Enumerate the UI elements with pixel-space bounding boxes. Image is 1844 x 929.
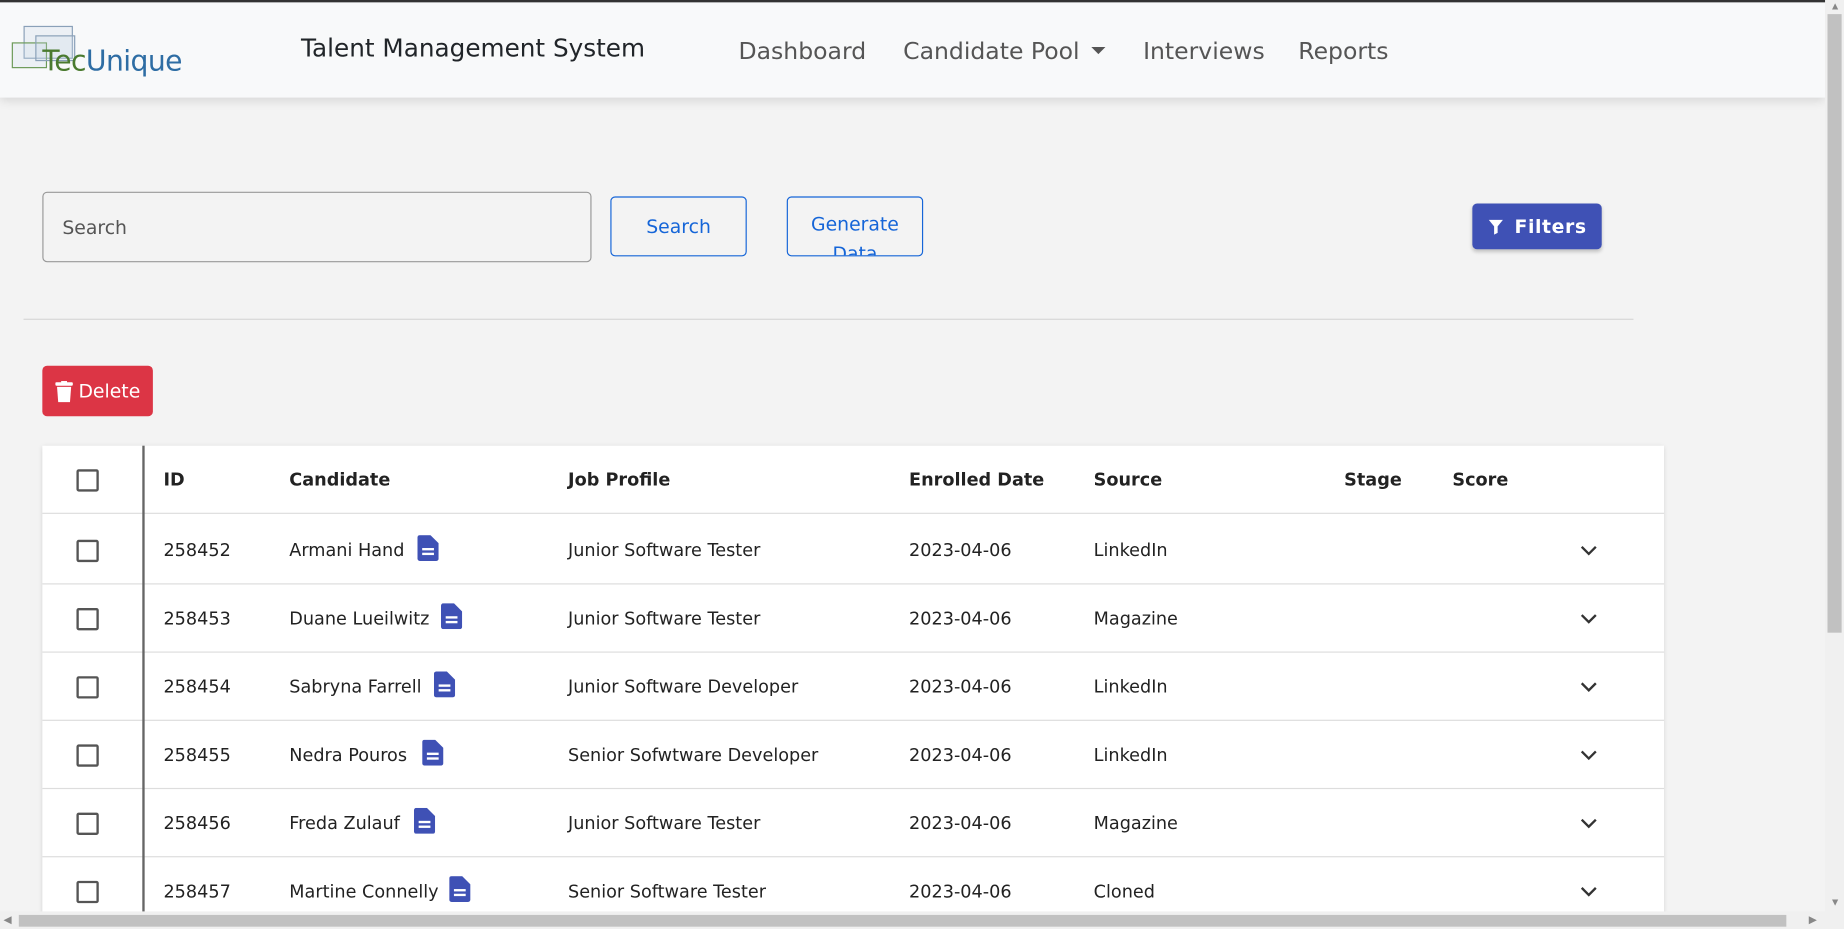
header-candidate[interactable]: Candidate [289,446,390,514]
vertical-scrollbar[interactable]: ▲ ▼ [1825,0,1844,929]
nav-reports[interactable]: Reports [1298,36,1388,64]
document-icon[interactable] [433,671,456,698]
header-id[interactable]: ID [163,446,184,514]
cell-source: LinkedIn [1093,744,1168,766]
filter-icon [1488,219,1503,235]
table-row[interactable]: 258453 Duane Lueilwitz Junior Software T… [42,584,1665,653]
generate-data-button[interactable]: Generate Data [786,196,924,257]
cell-source: Magazine [1093,607,1178,630]
scroll-right-arrow-icon[interactable]: ▶ [1809,914,1817,927]
document-icon[interactable] [441,603,463,630]
document-icon[interactable] [449,876,471,902]
scroll-down-arrow-icon[interactable]: ▼ [1830,896,1840,908]
filters-label: Filters [1514,215,1587,238]
cell-candidate[interactable]: Freda Zulauf [289,789,400,857]
cell-enrolled-date: 2023-04-06 [909,539,1012,561]
chevron-down-icon[interactable] [1578,608,1599,629]
table-row[interactable]: 258452 Armani Hand Junior Software Teste… [42,516,1665,585]
cell-enrolled-date: 2023-04-06 [909,812,1012,834]
trash-icon [54,380,73,402]
document-icon[interactable] [413,807,436,834]
row-checkbox[interactable] [76,744,99,767]
caret-down-icon [1091,47,1106,55]
table-row[interactable]: 258455 Nedra Pouros Senior Sofwtware Dev… [42,721,1665,790]
nav-dashboard[interactable]: Dashboard [739,36,867,64]
header-job-profile[interactable]: Job Profile [568,446,670,514]
chevron-down-icon[interactable] [1578,676,1599,697]
cell-id: 258452 [163,539,231,561]
table-row[interactable]: 258454 Sabryna Farrell Junior Software D… [42,653,1665,721]
cell-job-profile: Junior Software Tester [568,539,761,561]
cell-source: Magazine [1093,812,1178,834]
column-separator [142,445,145,929]
vertical-scroll-thumb[interactable] [1827,14,1842,633]
cell-candidate[interactable]: Duane Lueilwitz [289,584,429,652]
nav-candidate-pool-dropdown[interactable]: Candidate Pool [903,36,1106,65]
row-checkbox[interactable] [76,812,99,835]
header-stage[interactable]: Stage [1344,446,1402,514]
document-icon[interactable] [417,535,439,561]
chevron-down-icon[interactable] [1578,881,1599,902]
nav-interviews[interactable]: Interviews [1143,36,1265,64]
header-enrolled-date[interactable]: Enrolled Date [909,446,1044,514]
search-button[interactable]: Search [610,196,747,257]
cell-id: 258456 [163,812,231,834]
cell-candidate[interactable]: Nedra Pouros [289,721,407,789]
section-divider [23,318,1634,320]
cell-job-profile: Junior Software Tester [568,607,761,630]
row-checkbox[interactable] [76,539,99,563]
filters-button[interactable]: Filters [1472,203,1602,250]
cell-source: LinkedIn [1093,676,1168,698]
cell-id: 258455 [163,744,231,766]
scroll-left-arrow-icon[interactable]: ◀ [4,914,12,927]
company-logo[interactable]: TecUnique [11,24,188,83]
cell-enrolled-date: 2023-04-06 [909,744,1012,766]
delete-label: Delete [78,379,141,403]
cell-id: 258454 [163,676,231,698]
app-viewport: TecUnique Talent Management System Dashb… [0,0,1844,929]
row-checkbox[interactable] [76,676,99,699]
delete-button[interactable]: Delete [42,365,153,417]
header-score[interactable]: Score [1452,446,1508,514]
cell-source: LinkedIn [1093,539,1168,561]
select-all-checkbox[interactable] [76,469,99,492]
row-checkbox[interactable] [76,607,99,631]
cell-enrolled-date: 2023-04-06 [909,607,1012,630]
scroll-up-arrow-icon[interactable]: ▲ [1830,0,1840,12]
search-input[interactable] [42,191,592,263]
document-icon[interactable] [422,739,444,766]
cell-job-profile: Junior Software Developer [568,676,799,698]
table-header-row: ID Candidate Job Profile Enrolled Date S… [42,446,1665,514]
cell-candidate[interactable]: Sabryna Farrell [289,653,421,721]
header-source[interactable]: Source [1094,446,1163,514]
candidates-table: ID Candidate Job Profile Enrolled Date S… [42,445,1665,929]
row-checkbox[interactable] [76,880,99,904]
horizontal-scrollbar[interactable]: ◀ ▶ [0,911,1826,929]
chevron-down-icon[interactable] [1578,813,1599,834]
chevron-down-icon[interactable] [1578,744,1599,765]
cell-id: 258453 [163,607,231,630]
chevron-down-icon[interactable] [1578,540,1599,561]
cell-enrolled-date: 2023-04-06 [909,676,1012,698]
cell-job-profile: Junior Software Tester [568,812,761,834]
app-title: Talent Management System [301,34,646,63]
cell-job-profile: Senior Sofwtware Developer [568,744,819,766]
top-navbar: TecUnique Talent Management System Dashb… [0,0,1826,98]
cell-candidate[interactable]: Armani Hand [289,516,404,584]
logo-text: TecUnique [42,44,182,78]
horizontal-scroll-thumb[interactable] [18,914,1787,927]
table-row[interactable]: 258456 Freda Zulauf Junior Software Test… [42,789,1665,858]
